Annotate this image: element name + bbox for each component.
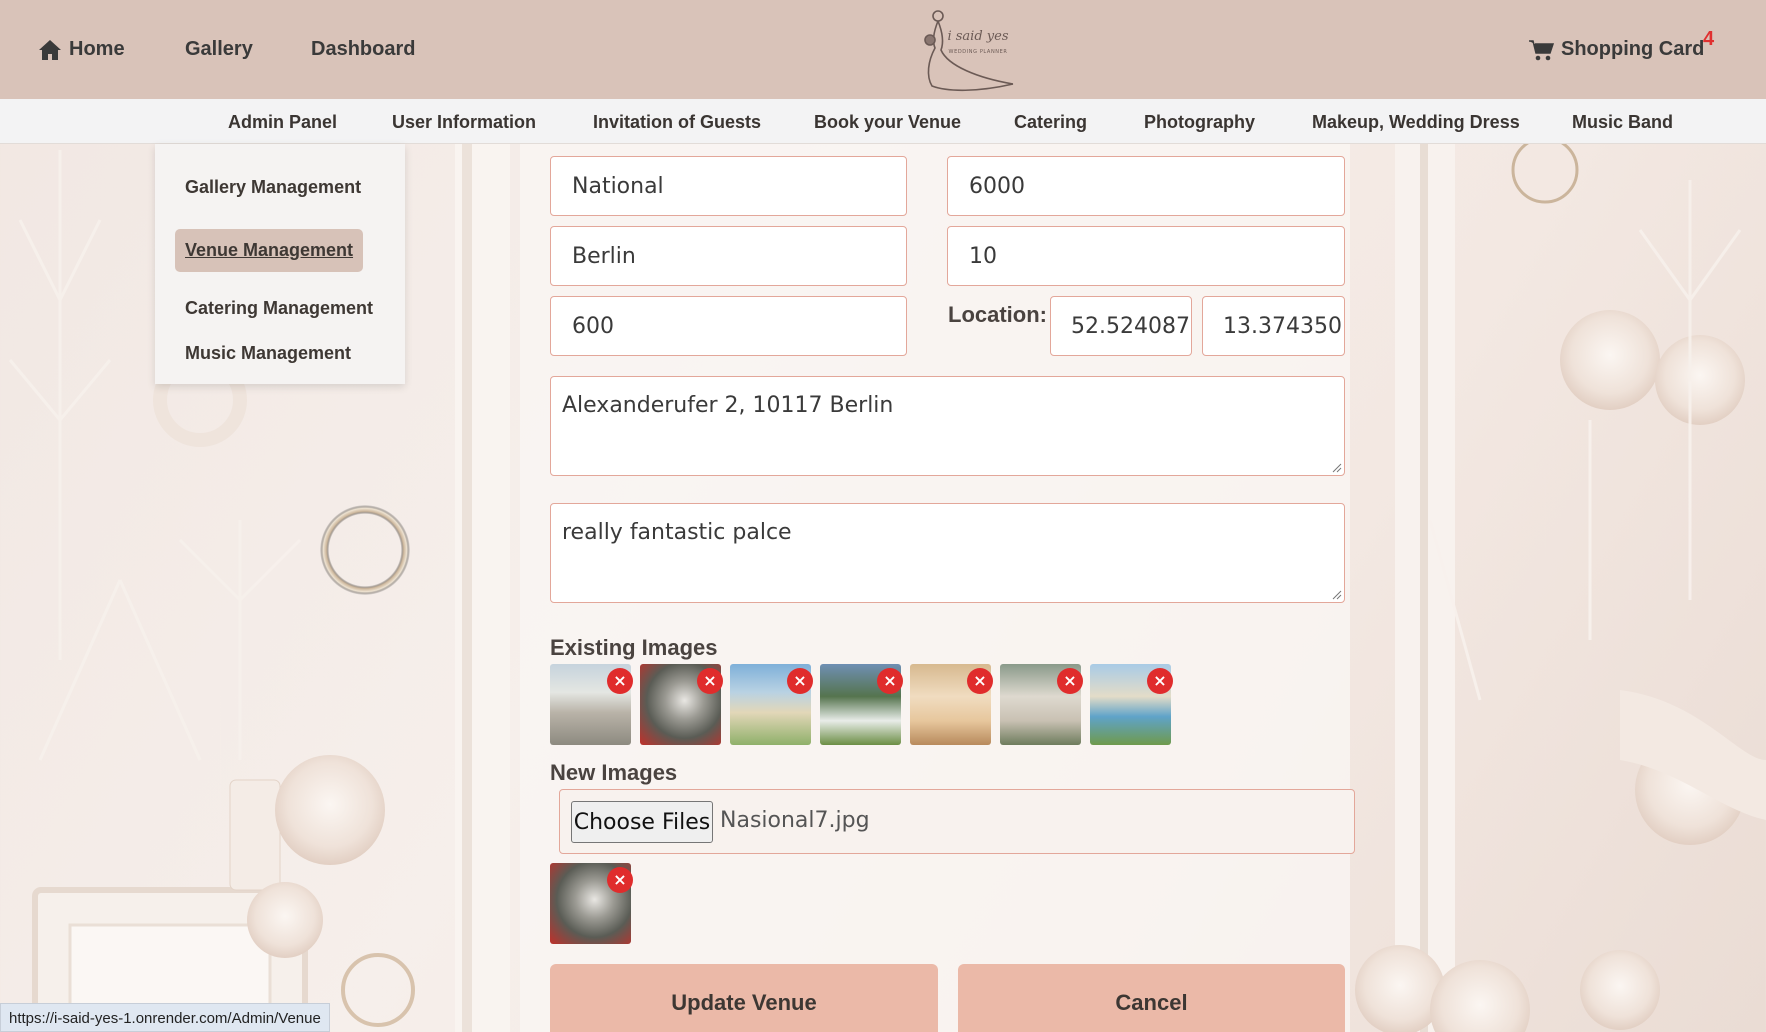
remove-image-button[interactable]: × [697,668,723,694]
existing-image-thumb: × [820,664,903,745]
shopping-cart-link[interactable]: Shopping Card [1528,38,1704,61]
nav-invitation-of-guests[interactable]: Invitation of Guests [593,112,761,133]
selected-file-name: Nasional7.jpg [720,808,870,833]
nav-admin-panel[interactable]: Admin Panel [228,112,337,133]
nav-makeup-wedding-dress[interactable]: Makeup, Wedding Dress [1312,112,1520,133]
dropdown-venue-management[interactable]: Venue Management [175,229,364,272]
remove-image-button[interactable]: × [967,668,993,694]
existing-images-title: Existing Images [550,635,718,660]
existing-image-thumb: × [640,664,723,745]
file-upload-field: Choose Files Nasional7.jpg [559,789,1355,854]
address-textarea[interactable]: Alexanderufer 2, 10117 Berlin [550,376,1345,476]
existing-image-thumb: × [550,664,633,745]
resize-grip-icon[interactable] [1332,590,1342,600]
venue-city-input[interactable]: Berlin [550,226,907,286]
venue-price-input[interactable]: 6000 [947,156,1345,216]
latitude-input[interactable]: 52.524087 [1050,296,1192,356]
nav-user-information[interactable]: User Information [392,112,536,133]
dropdown-catering-management[interactable]: Catering Management [185,298,373,319]
admin-panel-dropdown: Gallery Management Venue Management Cate… [155,144,405,384]
admin-nav: Admin Panel User Information Invitation … [0,99,1766,144]
top-header: Home Gallery Dashboard i said yes WEDDIN… [0,0,1766,99]
new-image-thumb: × [550,863,633,944]
home-label: Home [69,38,125,60]
description-textarea[interactable]: really fantastic palce [550,503,1345,603]
remove-image-button[interactable]: × [1147,668,1173,694]
choose-files-button[interactable]: Choose Files [571,801,713,843]
dropdown-music-management[interactable]: Music Management [185,343,351,364]
location-label: Location: [948,302,1047,327]
new-images-title: New Images [550,760,678,785]
venue-capacity-input[interactable]: 600 [550,296,907,356]
description-text: really fantastic palce [562,520,792,545]
cart-label: Shopping Card [1561,38,1705,60]
existing-image-thumb: × [1090,664,1173,745]
dropdown-gallery-management[interactable]: Gallery Management [185,177,361,198]
nav-catering[interactable]: Catering [1014,112,1087,133]
home-link[interactable]: Home [38,38,125,61]
existing-image-thumb: × [1000,664,1083,745]
remove-image-button[interactable]: × [607,867,633,893]
dashboard-label: Dashboard [311,38,416,60]
cancel-button[interactable]: Cancel [958,964,1345,1032]
existing-image-thumb: × [910,664,993,745]
cart-icon [1529,39,1554,60]
home-icon [39,39,61,60]
address-text: Alexanderufer 2, 10117 Berlin [562,393,894,418]
gallery-link[interactable]: Gallery [185,38,253,61]
svg-text:WEDDING PLANNER: WEDDING PLANNER [949,49,1008,55]
brand-logo[interactable]: i said yes WEDDING PLANNER [918,6,1018,92]
longitude-input[interactable]: 13.374350 [1202,296,1345,356]
nav-photography[interactable]: Photography [1144,112,1255,133]
update-venue-button[interactable]: Update Venue [550,964,938,1032]
venue-rating-input[interactable]: 10 [947,226,1345,286]
remove-image-button[interactable]: × [1057,668,1083,694]
svg-text:i said yes: i said yes [947,29,1008,44]
status-bar-url: https://i-said-yes-1.onrender.com/Admin/… [0,1003,330,1032]
remove-image-button[interactable]: × [787,668,813,694]
nav-music-band[interactable]: Music Band [1572,112,1673,133]
cart-count-badge: 4 [1703,28,1715,50]
gallery-label: Gallery [185,38,253,60]
remove-image-button[interactable]: × [607,668,633,694]
nav-book-your-venue[interactable]: Book your Venue [814,112,961,133]
existing-image-thumb: × [730,664,813,745]
venue-name-input[interactable]: National [550,156,907,216]
resize-grip-icon[interactable] [1332,463,1342,473]
remove-image-button[interactable]: × [877,668,903,694]
dashboard-link[interactable]: Dashboard [311,38,415,61]
